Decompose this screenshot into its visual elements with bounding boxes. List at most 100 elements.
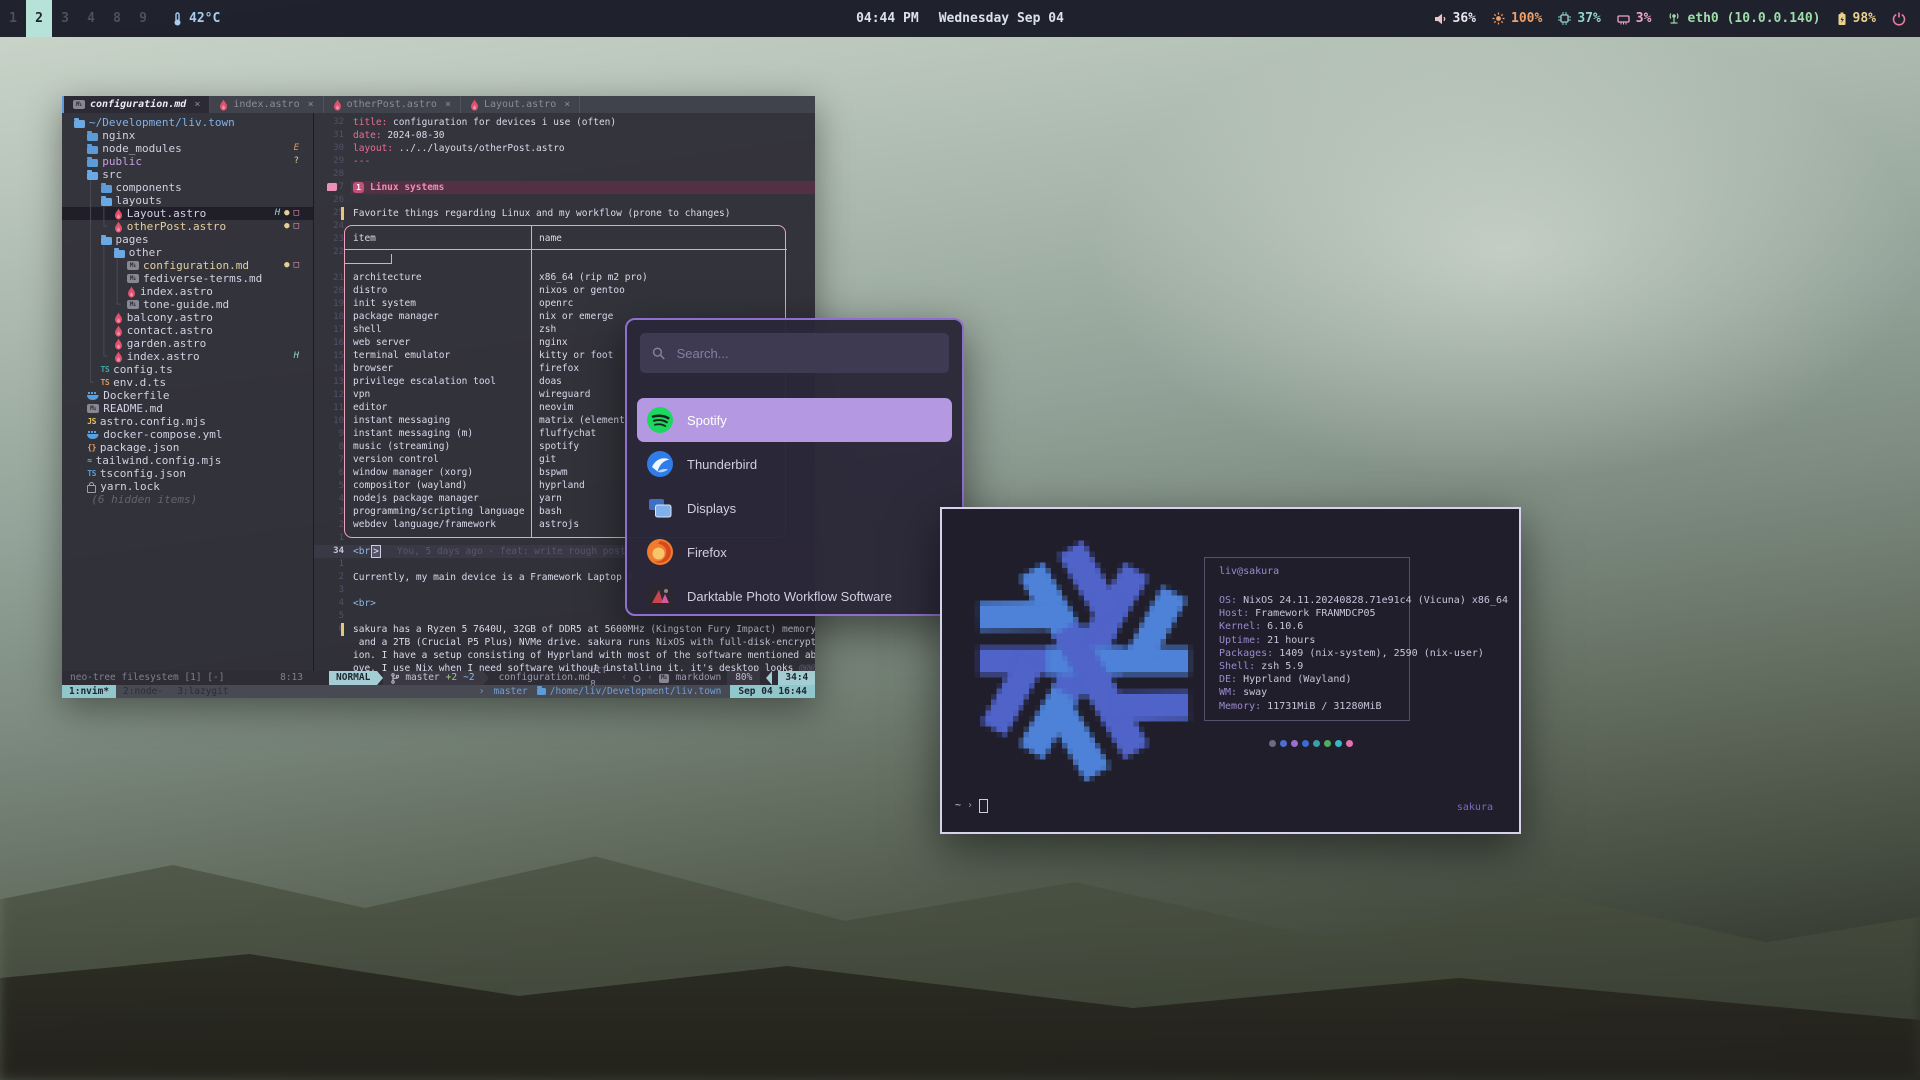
launcher-item-Spotify[interactable]: Spotify [637, 398, 952, 442]
tree-item-layouts[interactable]: │ layouts [62, 194, 313, 207]
table-cell-item: programming/scripting language [353, 505, 525, 518]
tree-item-tone-guide.md[interactable]: │ │ └ M↓tone-guide.md [62, 298, 313, 311]
launcher-item-Thunderbird[interactable]: Thunderbird [637, 442, 952, 486]
workspace-8[interactable]: 8 [104, 0, 130, 37]
workspace-3[interactable]: 3 [52, 0, 78, 37]
shell-prompt[interactable]: ~ › [955, 799, 988, 813]
network-module[interactable]: eth0 (10.0.0.140) [1667, 11, 1820, 26]
tree-item-garden.astro[interactable]: │ │ garden.astro [62, 337, 313, 350]
table-cell-name: astrojs [539, 518, 579, 531]
launcher-search[interactable] [640, 333, 949, 373]
launcher-item-Firefox[interactable]: Firefox [637, 530, 952, 574]
tree-item-label: index.astro [127, 350, 200, 363]
terminal-color-palette [1269, 740, 1353, 747]
tree-item-~/Development/liv.town[interactable]: ~/Development/liv.town [62, 116, 313, 129]
tree-item-Layout.astro[interactable]: │ │ Layout.astroH●□ [62, 207, 313, 220]
line-content: and a 2TB (Crucial P5 Plus) NVMe drive. … [351, 636, 815, 649]
tree-item-yarn.lock[interactable]: yarn.lock [62, 480, 313, 493]
tree-item-src[interactable]: src [62, 168, 313, 181]
astro-flame-icon [114, 221, 123, 233]
tree-item-other[interactable]: │ │ other [62, 246, 313, 259]
tree-item-env.d.ts[interactable]: └ TSenv.d.ts [62, 376, 313, 389]
tree-item-node_modules[interactable]: node_modulesE [62, 142, 313, 155]
table-cell-name: openrc [539, 297, 573, 310]
astro-flame-icon [127, 286, 136, 298]
tree-item-otherPost.astro[interactable]: │ └ otherPost.astro●□ [62, 220, 313, 233]
battery-module[interactable]: 98% [1837, 11, 1876, 26]
tree-item-index.astro[interactable]: │ │ │ index.astro [62, 285, 313, 298]
tree-item-docker-compose.yml[interactable]: docker-compose.yml [62, 428, 313, 441]
tmux-window-1:nvim*[interactable]: 1:nvim* [62, 685, 116, 698]
power-button[interactable] [1892, 12, 1906, 26]
tree-item-README.md[interactable]: M↓README.md [62, 402, 313, 415]
line-content: layout: ../../layouts/otherPost.astro [351, 142, 815, 155]
launcher-item-Displays[interactable]: Displays [637, 486, 952, 530]
astro-flame-icon [470, 99, 479, 111]
tree-item-astro.config.mjs[interactable]: JSastro.config.mjs [62, 415, 313, 428]
close-icon[interactable]: × [194, 99, 200, 110]
tab-index.astro[interactable]: index.astro× [210, 96, 323, 113]
clock[interactable]: 04:44 PM Wednesday Sep 04 [856, 11, 1064, 26]
git-segment: master +2 ~2 [383, 671, 482, 685]
tree-item-tsconfig.json[interactable]: TStsconfig.json [62, 467, 313, 480]
fetch-entry-value: zsh 5.9 [1261, 661, 1303, 672]
close-icon[interactable]: × [445, 99, 451, 110]
line-number [314, 636, 351, 649]
firefox-icon [646, 538, 674, 566]
search-input[interactable] [675, 345, 937, 362]
tmux-window-3:lazygit[interactable]: 3:lazygit [170, 685, 235, 698]
workspace-9[interactable]: 9 [130, 0, 156, 37]
fetch-entry-label: Kernel: [1219, 621, 1267, 632]
markdown-icon: M↓ [73, 100, 85, 109]
memory-module[interactable]: 3% [1617, 11, 1652, 26]
tree-item-config.ts[interactable]: │ TSconfig.ts [62, 363, 313, 376]
tree-item-fediverse-terms.md[interactable]: │ │ │ M↓fediverse-terms.md [62, 272, 313, 285]
tmux-window-2:node-[interactable]: 2:node- [116, 685, 170, 698]
table-cell-item: shell [353, 323, 382, 336]
indent-guide [74, 389, 87, 402]
launcher-item-Darktable Photo Workflow Software[interactable]: Darktable Photo Workflow Software [637, 574, 952, 616]
tree-item-package.json[interactable]: {}package.json [62, 441, 313, 454]
indent-guide: │ │ [74, 337, 114, 350]
workspace-4[interactable]: 4 [78, 0, 104, 37]
tree-item-index.astro[interactable]: │ └ index.astroH [62, 350, 313, 363]
tab-Layout.astro[interactable]: Layout.astro× [461, 96, 580, 113]
volume-module[interactable]: 36% [1434, 11, 1476, 26]
close-icon[interactable]: × [564, 99, 570, 110]
tree-item-contact.astro[interactable]: │ │ contact.astro [62, 324, 313, 337]
tree-item-tailwind.config.mjs[interactable]: ≈tailwind.config.mjs [62, 454, 313, 467]
close-icon[interactable]: × [308, 99, 314, 110]
cursor-position: 34:4 [778, 671, 815, 685]
astro-flame-icon [114, 208, 123, 220]
tree-item-pages[interactable]: │ pages [62, 233, 313, 246]
workspace-1[interactable]: 1 [0, 0, 26, 37]
tree-item-nginx[interactable]: nginx [62, 129, 313, 142]
indent-guide: │ │ │ [74, 259, 127, 272]
table-cell-item: window manager (xorg) [353, 466, 473, 479]
launcher-item-label: Displays [687, 501, 736, 516]
table-cell-name: x86_64 (rip m2 pro) [539, 271, 648, 284]
line-content: date: 2024-08-30 [351, 129, 815, 142]
search-icon [652, 346, 666, 361]
tab-otherPost.astro[interactable]: otherPost.astro× [324, 96, 461, 113]
brightness-module[interactable]: 100% [1492, 11, 1542, 26]
wallpaper-glow [1056, 0, 1920, 500]
workspace-2[interactable]: 2 [26, 0, 52, 37]
tree-item-configuration.md[interactable]: │ │ │ M↓configuration.md●□ [62, 259, 313, 272]
battery-value: 98% [1853, 11, 1876, 26]
tree-item-public[interactable]: public? [62, 155, 313, 168]
tree-item-balcony.astro[interactable]: │ │ balcony.astro [62, 311, 313, 324]
power-icon [1892, 12, 1906, 26]
tree-item-label: otherPost.astro [127, 220, 226, 233]
line-number: 34 [314, 545, 351, 558]
palette-dot [1346, 740, 1353, 747]
tree-item-(6 hidden items)[interactable]: (6 hidden items) [62, 493, 313, 506]
tab-configuration.md[interactable]: M↓configuration.md× [62, 96, 210, 113]
table-cell-name: zsh [539, 323, 556, 336]
tree-item-Dockerfile[interactable]: Dockerfile [62, 389, 313, 402]
indent-guide: │ │ [74, 207, 114, 220]
cpu-module[interactable]: 37% [1558, 11, 1600, 26]
line-content [351, 168, 815, 181]
tree-item-label: Dockerfile [103, 389, 169, 402]
tree-item-components[interactable]: │ components [62, 181, 313, 194]
